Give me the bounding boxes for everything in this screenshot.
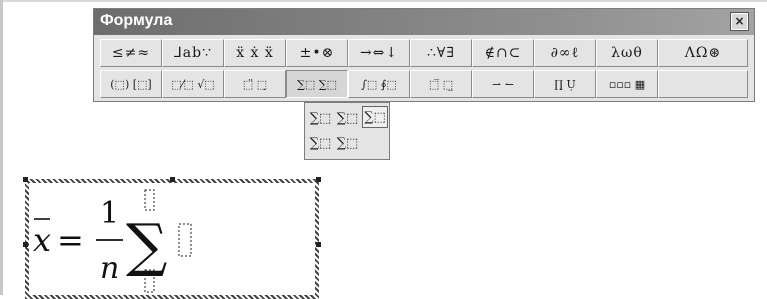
summation-operator: ∑ — [126, 211, 167, 279]
equals-sign: = — [57, 221, 84, 259]
upper-limit-placeholder[interactable] — [144, 189, 155, 211]
summand-placeholder[interactable] — [178, 223, 192, 257]
numerator-one: 1 — [100, 196, 119, 231]
variable-x: x — [33, 221, 51, 259]
equation-content: x = 1 n ∑ — [33, 189, 192, 293]
denominator-n: n — [100, 251, 119, 286]
